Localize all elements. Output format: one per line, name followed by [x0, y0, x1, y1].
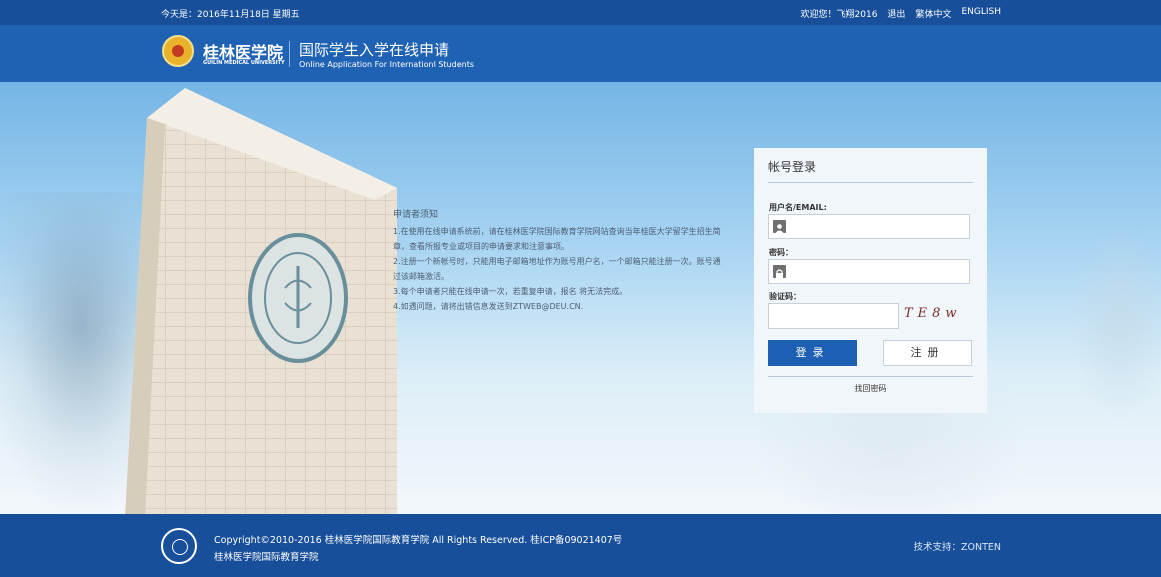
campus-gate-image	[125, 88, 397, 514]
site-footer: Copyright©2010-2016 桂林医学院国际教育学院 All Righ…	[0, 514, 1161, 577]
notice-item: 3.每个申请者只能在线申请一次，若重复申请，报名 将无法完成。	[393, 287, 628, 296]
university-logo-icon	[162, 35, 194, 67]
register-button[interactable]: 注册	[883, 340, 972, 366]
copyright-text: Copyright©2010-2016 桂林医学院国际教育学院 All Righ…	[214, 535, 623, 546]
english-link[interactable]: ENGLISH	[961, 7, 1001, 20]
footer-logo-icon	[161, 528, 197, 564]
header-divider	[289, 41, 290, 67]
logout-link[interactable]: 退出	[887, 7, 905, 20]
page-title-en: Online Application For Internationl Stud…	[299, 60, 474, 69]
footer-school-name: 桂林医学院国际教育学院	[214, 552, 319, 563]
notice-item: 4.如遇问题，请将出错信息发送到ZTWEB@DEU.CN.	[393, 302, 584, 311]
login-title: 帐号登录	[768, 160, 817, 174]
site-header: 桂林医学院 GUILIN MEDICAL UNIVERSITY 国际学生入学在线…	[0, 25, 1161, 82]
login-button[interactable]: 登录	[768, 340, 857, 366]
tree-far-image	[1070, 222, 1161, 422]
welcome-user: 欢迎您！飞翔2016	[800, 10, 878, 20]
password-label: 密码：	[769, 248, 793, 257]
captcha-label: 验证码：	[769, 292, 801, 301]
captcha-field[interactable]	[768, 303, 899, 329]
current-date: 今天是：2016年11月18日 星期五	[161, 10, 300, 20]
captcha-image[interactable]: TE8w	[904, 306, 962, 321]
tech-support-text: 技术支持：ZONTEN	[913, 542, 1001, 553]
user-icon	[773, 220, 786, 233]
username-label: 用户名/EMAIL:	[769, 203, 827, 212]
lock-icon	[773, 265, 786, 278]
notice-item: 1.在使用在线申请系统前，请在桂林医学院国际教育学院网站查询当年桂医大学留学生招…	[393, 227, 721, 251]
forgot-password-link[interactable]: 找回密码	[754, 383, 987, 394]
top-bar: 今天是：2016年11月18日 星期五 欢迎您！飞翔2016 退出 繁体中文 E…	[0, 0, 1161, 25]
title-divider	[768, 182, 973, 183]
notice-title: 申请者须知	[393, 210, 439, 220]
notice-item: 2.注册一个新帐号时，只能用电子邮箱地址作为账号用户名，一个邮箱只能注册一次。账…	[393, 257, 721, 281]
password-field[interactable]	[768, 259, 970, 284]
school-name-en: GUILIN MEDICAL UNIVERSITY	[203, 60, 285, 66]
page-title-cn: 国际学生入学在线申请	[299, 41, 450, 59]
login-panel: 帐号登录 用户名/EMAIL: 密码： 验证码： TE8w 登录 注册 找回密码	[754, 148, 987, 413]
username-field[interactable]	[768, 214, 970, 239]
traditional-chinese-link[interactable]: 繁体中文	[915, 7, 951, 20]
applicant-notice: 申请者须知 1.在使用在线申请系统前，请在桂林医学院国际教育学院网站查询当年桂医…	[393, 208, 723, 314]
bottom-divider	[768, 376, 973, 377]
top-links: 欢迎您！飞翔2016 退出 繁体中文 ENGLISH	[801, 7, 1001, 20]
